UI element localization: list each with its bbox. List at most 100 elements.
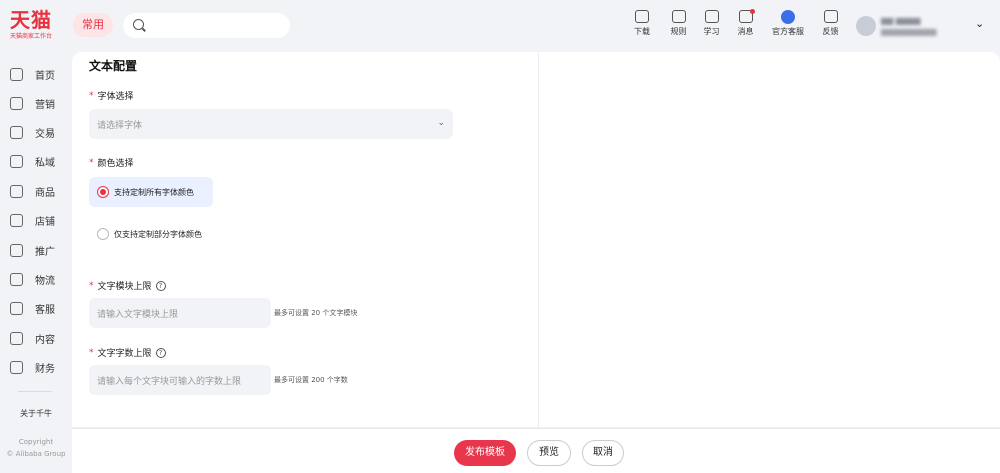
char-limit-hint: 最多可设置 200 个字数 bbox=[274, 376, 348, 384]
sidebar-item-promote[interactable]: 推广 bbox=[10, 240, 55, 260]
trade-icon bbox=[10, 125, 23, 139]
sidebar-item-label: 内容 bbox=[35, 334, 55, 346]
content-icon bbox=[10, 331, 23, 345]
megaphone-icon bbox=[10, 96, 23, 110]
sidebar-item-label: 财务 bbox=[35, 363, 55, 375]
radio-label: 支持定制所有字体颜色 bbox=[114, 187, 194, 197]
sidebar-item-shop[interactable]: 店铺 bbox=[10, 210, 55, 230]
color-option-partial[interactable]: 仅支持定制部分字体颜色 bbox=[89, 219, 213, 249]
sidebar-item-label: 首页 bbox=[35, 70, 55, 82]
tool-learn[interactable]: 学习 bbox=[695, 10, 728, 42]
sidebar-item-marketing[interactable]: 营销 bbox=[10, 93, 55, 113]
sidebar-item-label: 私域 bbox=[35, 157, 55, 169]
search-icon bbox=[133, 19, 144, 30]
panel-divider bbox=[538, 52, 539, 427]
radio-selected[interactable] bbox=[97, 186, 109, 198]
char-limit-input[interactable]: 请输入每个文字块可输入的字数上限 bbox=[89, 365, 271, 395]
tool-customer-service[interactable]: 官方客服 bbox=[763, 10, 813, 42]
required-mark: * bbox=[89, 347, 94, 358]
customer-service-icon bbox=[781, 10, 795, 24]
char-limit-placeholder: 请输入每个文字块可输入的字数上限 bbox=[97, 377, 242, 387]
sidebar-item-finance[interactable]: 财务 bbox=[10, 357, 55, 377]
tool-rules[interactable]: 规则 bbox=[662, 10, 695, 42]
chevron-down-icon[interactable]: ⌄ bbox=[975, 17, 984, 30]
download-icon bbox=[635, 10, 649, 23]
cancel-button[interactable]: 取消 bbox=[582, 440, 624, 466]
logistics-icon bbox=[10, 272, 23, 286]
sidebar-item-trade[interactable]: 交易 bbox=[10, 122, 55, 142]
block-limit-hint: 最多可设置 20 个文字模块 bbox=[274, 309, 358, 317]
preview-button[interactable]: 预览 bbox=[527, 440, 571, 466]
sidebar-item-private[interactable]: 私域 bbox=[10, 151, 55, 171]
users-icon bbox=[10, 154, 23, 168]
block-limit-label: * 文字模块上限 ? bbox=[89, 279, 166, 292]
sidebar-item-content[interactable]: 内容 bbox=[10, 328, 55, 348]
user-name-blurred: ▆▆ ▆▆▆▆ bbox=[881, 16, 921, 25]
promote-icon bbox=[10, 243, 23, 257]
sidebar-item-home[interactable]: 首页 bbox=[10, 64, 55, 84]
sidebar-item-service[interactable]: 客服 bbox=[10, 298, 55, 318]
sidebar-item-label: 商品 bbox=[35, 187, 55, 199]
radio-unselected[interactable] bbox=[97, 228, 109, 240]
search-input[interactable] bbox=[123, 13, 290, 38]
sidebar-item-product[interactable]: 商品 bbox=[10, 181, 55, 201]
required-mark: * bbox=[89, 157, 94, 168]
sidebar-divider bbox=[18, 391, 52, 392]
logo-main-text: 天猫 bbox=[10, 8, 52, 32]
help-icon[interactable]: ? bbox=[155, 347, 166, 358]
sidebar-item-label: 营销 bbox=[35, 99, 55, 111]
user-account[interactable]: ▆▆ ▆▆▆▆ ▆▆▆▆▆▆▆▆▆ bbox=[856, 14, 946, 40]
tool-feedback[interactable]: 反馈 bbox=[813, 10, 848, 42]
required-mark: * bbox=[89, 90, 94, 101]
font-select[interactable]: 请选择字体 ⌄ bbox=[89, 109, 453, 139]
tool-label: 反馈 bbox=[822, 27, 839, 36]
color-label-text: 颜色选择 bbox=[97, 159, 134, 169]
sidebar: 首页 营销 交易 私域 商品 店铺 推广 物流 客服 内容 财务 关于千牛 Co… bbox=[0, 52, 72, 473]
finance-icon bbox=[10, 360, 23, 374]
char-limit-label: * 文字字数上限 ? bbox=[89, 346, 166, 359]
avatar bbox=[856, 16, 876, 36]
color-option-all[interactable]: 支持定制所有字体颜色 bbox=[89, 177, 213, 207]
logo-sub-text: 天猫商家工作台 bbox=[10, 33, 53, 40]
tool-label: 规则 bbox=[670, 27, 687, 36]
radio-label: 仅支持定制部分字体颜色 bbox=[114, 229, 202, 239]
sidebar-item-label: 客服 bbox=[35, 304, 55, 316]
message-icon bbox=[738, 9, 755, 23]
product-icon bbox=[10, 184, 23, 198]
tool-label: 官方客服 bbox=[772, 27, 804, 36]
tool-download[interactable]: 下载 bbox=[622, 10, 662, 42]
tool-message[interactable]: 消息 bbox=[728, 9, 763, 42]
unread-dot bbox=[749, 9, 755, 14]
publish-button[interactable]: 发布模板 bbox=[454, 440, 516, 466]
font-field-label: * 字体选择 bbox=[89, 89, 134, 103]
sidebar-item-label: 推广 bbox=[35, 246, 55, 258]
block-limit-input[interactable]: 请输入文字模块上限 bbox=[89, 298, 271, 328]
copyright-line: Copyright bbox=[18, 438, 54, 446]
feedback-icon bbox=[823, 10, 838, 23]
about-link[interactable]: 关于千牛 bbox=[0, 408, 72, 419]
char-limit-label-text: 文字字数上限 bbox=[97, 349, 152, 359]
block-limit-placeholder: 请输入文字模块上限 bbox=[97, 310, 179, 320]
sidebar-item-logistics[interactable]: 物流 bbox=[10, 269, 55, 289]
color-field-label: * 颜色选择 bbox=[89, 156, 134, 170]
rules-icon bbox=[671, 10, 686, 23]
headset-icon bbox=[10, 301, 23, 315]
copyright-line: © Alibaba Group bbox=[6, 450, 66, 458]
sidebar-item-label: 物流 bbox=[35, 275, 55, 287]
shop-icon bbox=[10, 213, 23, 227]
user-id-blurred: ▆▆▆▆▆▆▆▆▆ bbox=[881, 27, 937, 36]
tool-label: 学习 bbox=[703, 27, 720, 36]
common-button[interactable]: 常用 bbox=[73, 13, 113, 37]
font-label-text: 字体选择 bbox=[97, 92, 134, 102]
tool-label: 下载 bbox=[634, 27, 650, 36]
tmall-logo[interactable]: 天猫 天猫商家工作台 bbox=[10, 8, 70, 41]
font-select-placeholder: 请选择字体 bbox=[97, 121, 143, 131]
help-icon[interactable]: ? bbox=[155, 280, 166, 291]
chevron-down-icon: ⌄ bbox=[437, 118, 445, 128]
tool-label: 消息 bbox=[737, 27, 754, 36]
sidebar-item-label: 店铺 bbox=[35, 216, 55, 228]
top-header: 天猫 天猫商家工作台 常用 下载 规则 学习 消息 官方客服 反馈 ▆▆ ▆▆▆… bbox=[0, 0, 1000, 52]
header-tools: 下载 规则 学习 消息 官方客服 反馈 bbox=[622, 9, 848, 42]
block-limit-label-text: 文字模块上限 bbox=[97, 282, 152, 292]
required-mark: * bbox=[89, 280, 94, 291]
